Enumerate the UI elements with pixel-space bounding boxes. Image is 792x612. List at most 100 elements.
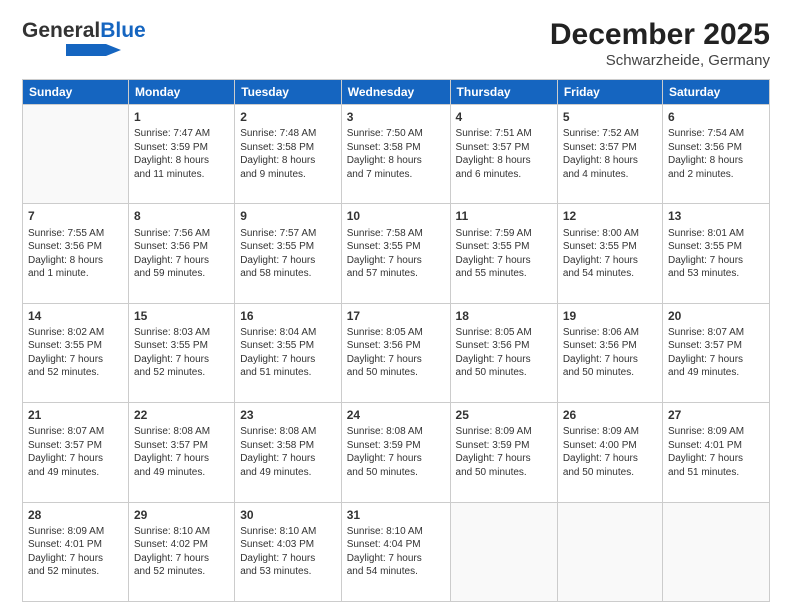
calendar-cell: 22 Sunrise: 8:08 AMSunset: 3:57 PMDayligh… [128, 403, 234, 502]
day-number: 12 [563, 208, 657, 224]
day-number: 13 [668, 208, 764, 224]
logo-icon [66, 44, 126, 56]
calendar-cell: 15 Sunrise: 8:03 AMSunset: 3:55 PMDayligh… [128, 303, 234, 402]
week-row-1: 1 Sunrise: 7:47 AMSunset: 3:59 PMDaylight… [23, 105, 770, 204]
calendar-cell: 25Sunrise: 8:09 AMSunset: 3:59 PMDayligh… [450, 403, 557, 502]
day-info: Sunrise: 8:05 AMSunset: 3:56 PMDaylight:… [347, 326, 445, 380]
calendar-cell: 18 Sunrise: 8:05 AMSunset: 3:56 PMDayligh… [450, 303, 557, 402]
day-number: 29 [134, 507, 229, 523]
day-number: 26 [563, 407, 657, 423]
day-number: 2 [240, 109, 336, 125]
day-number: 28 [28, 507, 123, 523]
day-number: 4 [456, 109, 552, 125]
calendar-cell: 30Sunrise: 8:10 AMSunset: 4:03 PMDayligh… [235, 502, 342, 601]
month-title: December 2025 [550, 18, 770, 52]
day-number: 30 [240, 507, 336, 523]
day-info: Sunrise: 8:01 AMSunset: 3:55 PMDaylight:… [668, 227, 764, 281]
day-info: Sunrise: 8:07 AMSunset: 3:57 PMDaylight:… [28, 425, 123, 479]
day-info: Sunrise: 8:00 AMSunset: 3:55 PMDaylight:… [563, 227, 657, 281]
logo: GeneralBlue [22, 18, 146, 56]
calendar-cell: 2 Sunrise: 7:48 AMSunset: 3:58 PMDaylight… [235, 105, 342, 204]
weekday-friday: Friday [557, 80, 662, 105]
day-number: 18 [456, 308, 552, 324]
day-info: Sunrise: 8:09 AMSunset: 4:01 PMDaylight:… [668, 425, 764, 479]
day-number: 9 [240, 208, 336, 224]
calendar-cell: 19 Sunrise: 8:06 AMSunset: 3:56 PMDayligh… [557, 303, 662, 402]
day-info: Sunrise: 7:48 AMSunset: 3:58 PMDaylight:… [240, 127, 336, 181]
day-number: 10 [347, 208, 445, 224]
weekday-saturday: Saturday [662, 80, 769, 105]
calendar-table: SundayMondayTuesdayWednesdayThursdayFrid… [22, 79, 770, 602]
day-info: Sunrise: 8:08 AMSunset: 3:57 PMDaylight:… [134, 425, 229, 479]
day-info: Sunrise: 8:04 AMSunset: 3:55 PMDaylight:… [240, 326, 336, 380]
day-info: Sunrise: 7:52 AMSunset: 3:57 PMDaylight:… [563, 127, 657, 181]
day-number: 5 [563, 109, 657, 125]
calendar-cell: 20Sunrise: 8:07 AMSunset: 3:57 PMDayligh… [662, 303, 769, 402]
calendar-cell: 4Sunrise: 7:51 AMSunset: 3:57 PMDaylight… [450, 105, 557, 204]
day-number: 1 [134, 109, 229, 125]
calendar-cell: 1 Sunrise: 7:47 AMSunset: 3:59 PMDaylight… [128, 105, 234, 204]
weekday-header-row: SundayMondayTuesdayWednesdayThursdayFrid… [23, 80, 770, 105]
calendar-cell: 3Sunrise: 7:50 AMSunset: 3:58 PMDaylight… [341, 105, 450, 204]
weekday-wednesday: Wednesday [341, 80, 450, 105]
calendar-cell [450, 502, 557, 601]
weekday-tuesday: Tuesday [235, 80, 342, 105]
calendar-cell: 12 Sunrise: 8:00 AMSunset: 3:55 PMDayligh… [557, 204, 662, 303]
day-info: Sunrise: 8:08 AMSunset: 3:59 PMDaylight:… [347, 425, 445, 479]
calendar-cell: 24 Sunrise: 8:08 AMSunset: 3:59 PMDayligh… [341, 403, 450, 502]
weekday-sunday: Sunday [23, 80, 129, 105]
day-info: Sunrise: 8:07 AMSunset: 3:57 PMDaylight:… [668, 326, 764, 380]
calendar-cell: 6Sunrise: 7:54 AMSunset: 3:56 PMDaylight… [662, 105, 769, 204]
day-info: Sunrise: 7:47 AMSunset: 3:59 PMDaylight:… [134, 127, 229, 181]
calendar-cell: 17 Sunrise: 8:05 AMSunset: 3:56 PMDayligh… [341, 303, 450, 402]
header: GeneralBlue December 2025 Schwarzheide, … [22, 18, 770, 69]
day-number: 24 [347, 407, 445, 423]
calendar-cell: 29 Sunrise: 8:10 AMSunset: 4:02 PMDayligh… [128, 502, 234, 601]
day-info: Sunrise: 8:05 AMSunset: 3:56 PMDaylight:… [456, 326, 552, 380]
day-number: 14 [28, 308, 123, 324]
calendar-cell: 16Sunrise: 8:04 AMSunset: 3:55 PMDayligh… [235, 303, 342, 402]
week-row-4: 21 Sunrise: 8:07 AMSunset: 3:57 PMDayligh… [23, 403, 770, 502]
day-number: 15 [134, 308, 229, 324]
day-number: 19 [563, 308, 657, 324]
day-info: Sunrise: 7:56 AMSunset: 3:56 PMDaylight:… [134, 227, 229, 281]
calendar-cell: 23 Sunrise: 8:08 AMSunset: 3:58 PMDayligh… [235, 403, 342, 502]
day-info: Sunrise: 8:03 AMSunset: 3:55 PMDaylight:… [134, 326, 229, 380]
day-number: 22 [134, 407, 229, 423]
calendar-cell: 26Sunrise: 8:09 AMSunset: 4:00 PMDayligh… [557, 403, 662, 502]
calendar-cell [23, 105, 129, 204]
location-title: Schwarzheide, Germany [550, 52, 770, 69]
week-row-5: 28 Sunrise: 8:09 AMSunset: 4:01 PMDayligh… [23, 502, 770, 601]
day-number: 6 [668, 109, 764, 125]
day-number: 11 [456, 208, 552, 224]
day-info: Sunrise: 8:10 AMSunset: 4:04 PMDaylight:… [347, 525, 445, 579]
day-number: 21 [28, 407, 123, 423]
calendar-cell [662, 502, 769, 601]
calendar-cell: 10 Sunrise: 7:58 AMSunset: 3:55 PMDayligh… [341, 204, 450, 303]
day-info: Sunrise: 7:50 AMSunset: 3:58 PMDaylight:… [347, 127, 445, 181]
day-number: 23 [240, 407, 336, 423]
day-number: 27 [668, 407, 764, 423]
calendar-cell: 27 Sunrise: 8:09 AMSunset: 4:01 PMDayligh… [662, 403, 769, 502]
week-row-2: 7 Sunrise: 7:55 AMSunset: 3:56 PMDaylight… [23, 204, 770, 303]
day-info: Sunrise: 8:06 AMSunset: 3:56 PMDaylight:… [563, 326, 657, 380]
day-info: Sunrise: 7:58 AMSunset: 3:55 PMDaylight:… [347, 227, 445, 281]
day-info: Sunrise: 8:10 AMSunset: 4:02 PMDaylight:… [134, 525, 229, 579]
calendar-cell: 7 Sunrise: 7:55 AMSunset: 3:56 PMDaylight… [23, 204, 129, 303]
calendar-cell: 5 Sunrise: 7:52 AMSunset: 3:57 PMDaylight… [557, 105, 662, 204]
calendar-cell: 11 Sunrise: 7:59 AMSunset: 3:55 PMDayligh… [450, 204, 557, 303]
day-info: Sunrise: 8:08 AMSunset: 3:58 PMDaylight:… [240, 425, 336, 479]
day-number: 31 [347, 507, 445, 523]
logo-text: GeneralBlue [22, 18, 146, 43]
day-number: 7 [28, 208, 123, 224]
day-info: Sunrise: 8:09 AMSunset: 4:01 PMDaylight:… [28, 525, 123, 579]
calendar-cell [557, 502, 662, 601]
day-info: Sunrise: 7:59 AMSunset: 3:55 PMDaylight:… [456, 227, 552, 281]
day-info: Sunrise: 7:55 AMSunset: 3:56 PMDaylight:… [28, 227, 123, 281]
calendar-cell: 31 Sunrise: 8:10 AMSunset: 4:04 PMDayligh… [341, 502, 450, 601]
day-number: 17 [347, 308, 445, 324]
calendar-cell: 14Sunrise: 8:02 AMSunset: 3:55 PMDayligh… [23, 303, 129, 402]
calendar-cell: 13 Sunrise: 8:01 AMSunset: 3:55 PMDayligh… [662, 204, 769, 303]
calendar-cell: 28 Sunrise: 8:09 AMSunset: 4:01 PMDayligh… [23, 502, 129, 601]
week-row-3: 14Sunrise: 8:02 AMSunset: 3:55 PMDayligh… [23, 303, 770, 402]
